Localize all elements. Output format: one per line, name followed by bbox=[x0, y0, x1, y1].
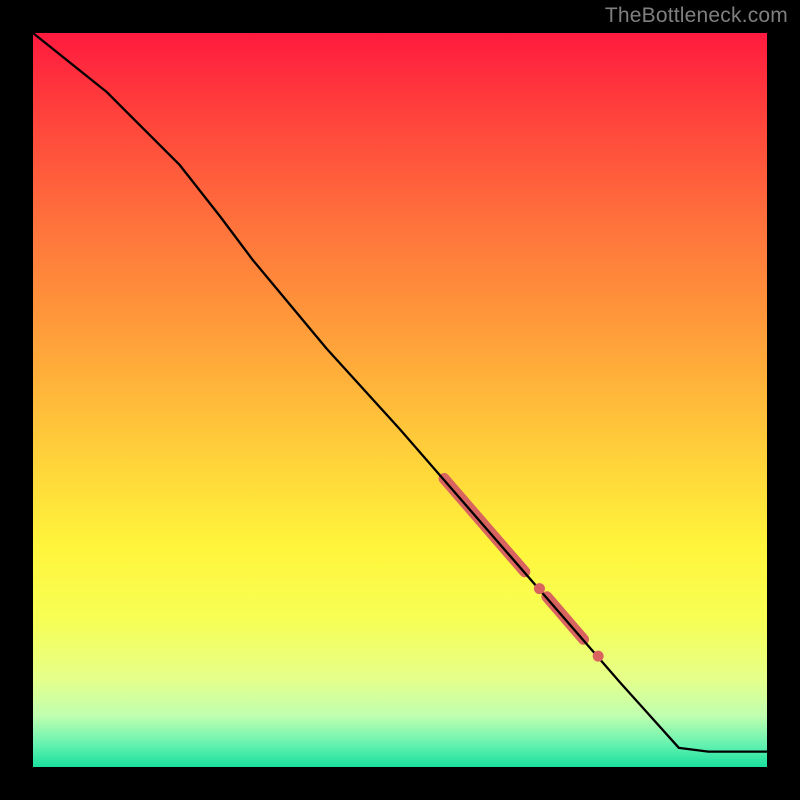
attribution-label: TheBottleneck.com bbox=[605, 4, 788, 28]
main-curve bbox=[33, 33, 767, 752]
chart-svg bbox=[33, 33, 767, 767]
plot-area bbox=[33, 33, 767, 767]
chart-frame: TheBottleneck.com bbox=[0, 0, 800, 800]
highlight-dot bbox=[593, 651, 604, 662]
highlight-dot bbox=[534, 583, 545, 594]
